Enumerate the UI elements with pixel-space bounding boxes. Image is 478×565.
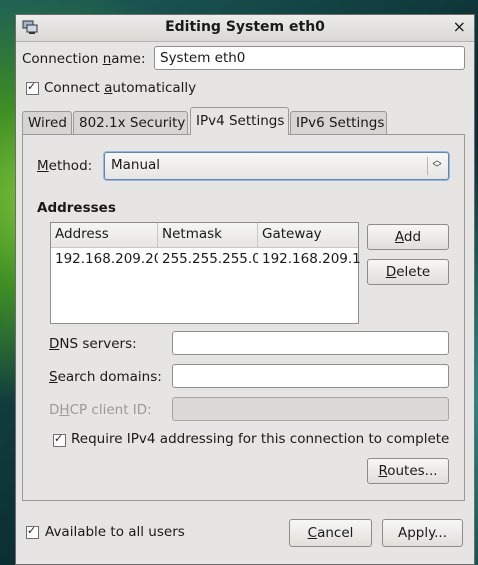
gateway-cell: 192.168.209.1 bbox=[262, 251, 360, 267]
label-text: dd bbox=[403, 229, 422, 245]
label-text: D bbox=[49, 402, 60, 418]
label-text: Connect bbox=[44, 80, 105, 96]
addresses-table[interactable]: Address Netmask Gateway 192.168.209.20 2… bbox=[50, 222, 360, 324]
label-text: CP client ID: bbox=[69, 402, 152, 418]
label-text: outes... bbox=[387, 463, 438, 479]
method-value: Manual bbox=[111, 157, 161, 173]
tab-ipv4-settings[interactable]: IPv4 Settings bbox=[190, 107, 289, 135]
require-ipv4-checkbox[interactable] bbox=[53, 432, 66, 447]
routes-button[interactable]: Routes... bbox=[367, 458, 449, 484]
column-header-address[interactable]: Address bbox=[51, 223, 158, 247]
label-text: NS servers: bbox=[59, 336, 137, 352]
available-to-all-users-label: Available to all users bbox=[45, 524, 185, 540]
connect-automatically-checkbox[interactable] bbox=[26, 80, 39, 95]
label-text: ancel bbox=[317, 525, 354, 541]
tab-ipv6-settings[interactable]: IPv6 Settings bbox=[290, 111, 387, 134]
window-title: Editing System eth0 bbox=[165, 19, 325, 35]
label-text: Connection bbox=[22, 51, 103, 67]
dns-servers-field[interactable] bbox=[172, 331, 449, 355]
dhcp-client-id-label: DHCP client ID: bbox=[49, 402, 152, 418]
label-text: ethod: bbox=[48, 158, 93, 174]
label-text: elete bbox=[396, 264, 431, 280]
mnemonic: C bbox=[307, 525, 318, 541]
edit-connection-dialog: Editing System eth0 × Connection name: S… bbox=[15, 14, 475, 565]
addresses-heading: Addresses bbox=[37, 200, 116, 216]
mnemonic: A bbox=[394, 229, 404, 245]
chevron-down-icon: ﹀ bbox=[432, 164, 442, 174]
mnemonic: D bbox=[385, 264, 397, 280]
label-text: utomatically bbox=[112, 80, 197, 96]
label-text: ame: bbox=[111, 51, 146, 67]
cancel-button[interactable]: Cancel bbox=[289, 519, 372, 547]
mnemonic: D bbox=[49, 336, 60, 352]
netmask-cell: 255.255.255.0 bbox=[162, 251, 258, 267]
method-select[interactable]: Manual ︿ ﹀ bbox=[104, 152, 449, 180]
label-text: earch domains: bbox=[57, 369, 162, 385]
add-address-button[interactable]: Add bbox=[367, 224, 449, 250]
method-label: Method: bbox=[37, 158, 92, 174]
table-header: Address Netmask Gateway bbox=[51, 223, 358, 248]
combo-arrows-icon: ︿ ﹀ bbox=[427, 157, 444, 175]
search-domains-field[interactable] bbox=[172, 364, 449, 388]
mnemonic: H bbox=[59, 402, 70, 418]
available-to-all-users-checkbox[interactable] bbox=[26, 524, 39, 539]
delete-address-button[interactable]: Delete bbox=[367, 259, 449, 285]
close-icon[interactable]: × bbox=[453, 18, 466, 36]
column-header-netmask[interactable]: Netmask bbox=[158, 223, 258, 247]
mnemonic: M bbox=[37, 158, 49, 174]
search-domains-label: Search domains: bbox=[49, 369, 162, 385]
mnemonic: R bbox=[378, 463, 388, 479]
address-cell: 192.168.209.20 bbox=[55, 251, 158, 267]
tab-8021x-security[interactable]: 802.1x Security bbox=[73, 111, 188, 134]
mnemonic: S bbox=[49, 369, 58, 385]
dns-servers-label: DNS servers: bbox=[49, 336, 137, 352]
dhcp-client-id-field bbox=[172, 397, 449, 421]
column-header-gateway[interactable]: Gateway bbox=[258, 223, 358, 247]
require-ipv4-label: Require IPv4 addressing for this connect… bbox=[71, 431, 450, 447]
connection-name-label: Connection name: bbox=[22, 51, 146, 67]
connection-name-field[interactable]: System eth0 bbox=[154, 46, 465, 70]
mnemonic: n bbox=[102, 51, 112, 67]
connect-automatically-label: Connect automatically bbox=[44, 80, 196, 96]
tab-wired[interactable]: Wired bbox=[22, 111, 72, 134]
title-bar[interactable]: Editing System eth0 × bbox=[16, 15, 474, 42]
table-row[interactable]: 192.168.209.20 255.255.255.0 192.168.209… bbox=[51, 248, 360, 272]
apply-button[interactable]: Apply... bbox=[382, 519, 463, 547]
